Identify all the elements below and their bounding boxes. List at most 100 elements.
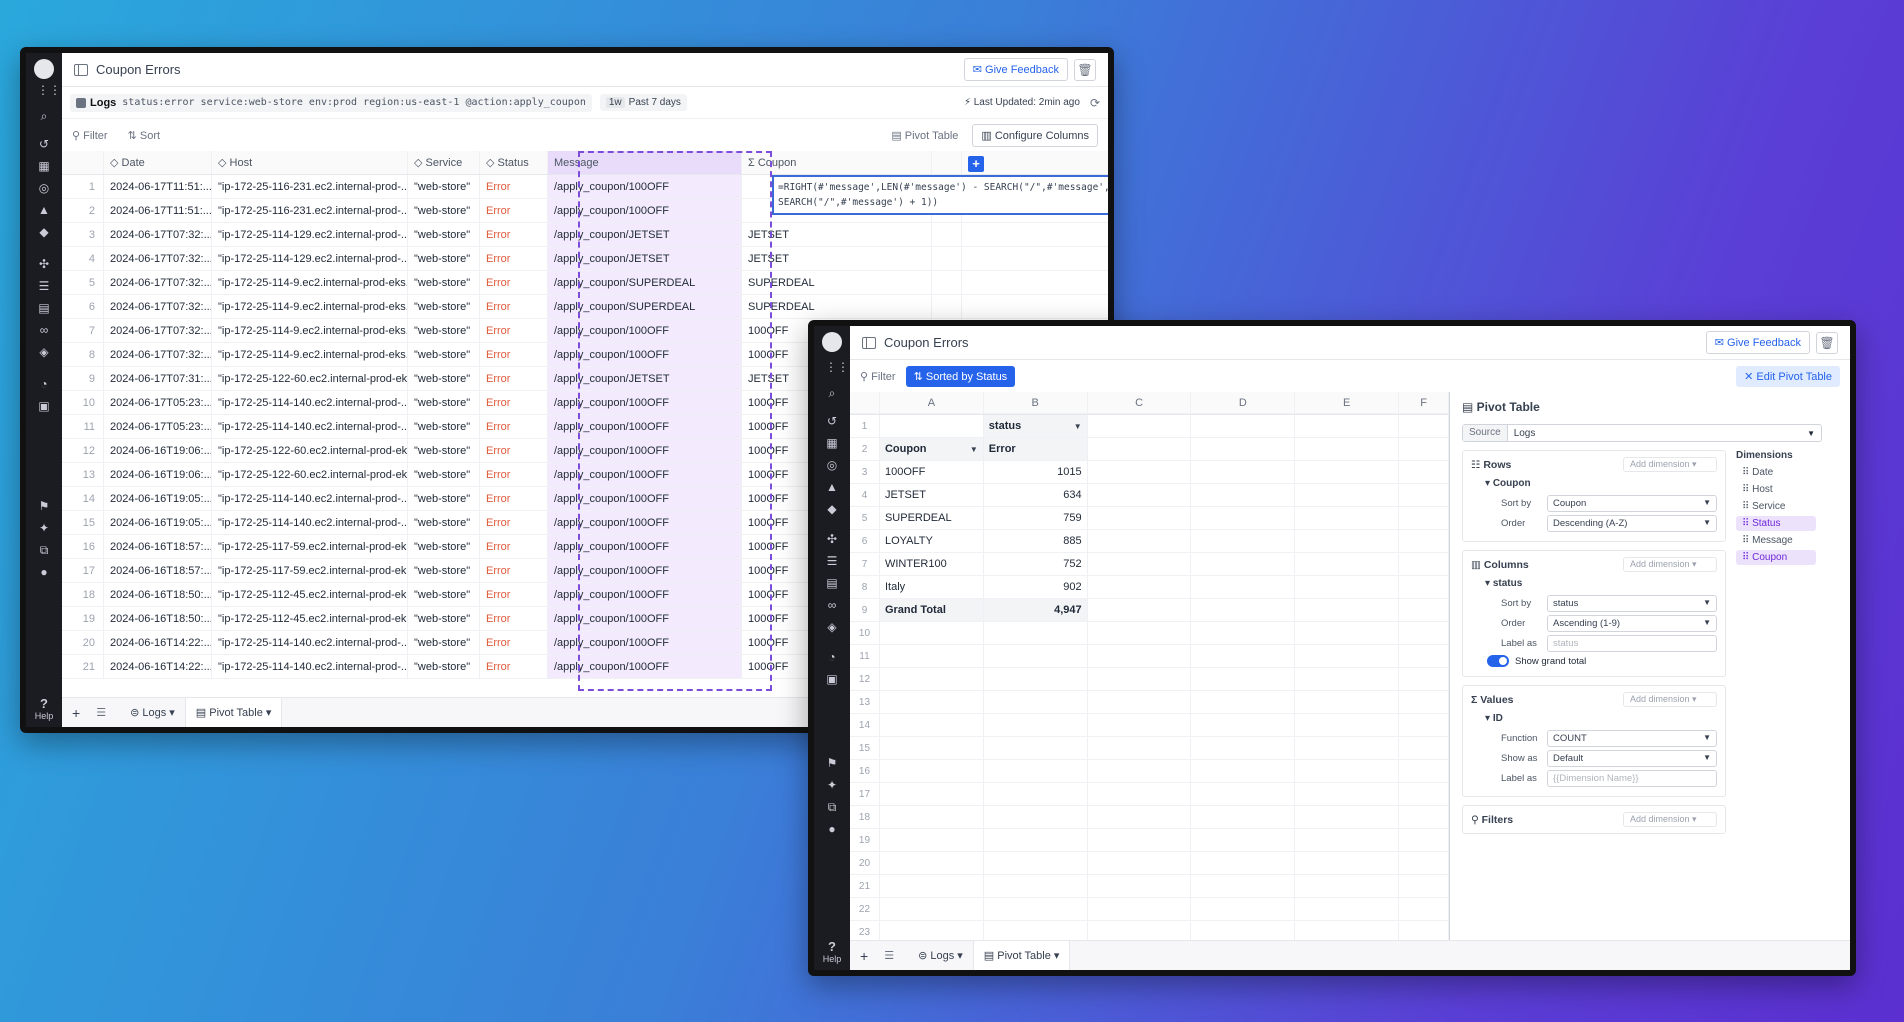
rows-sort-by-select[interactable]: Coupon ▼ (1547, 495, 1717, 512)
sorted-by-status-button[interactable]: ⇅ Sorted by Status (905, 365, 1016, 387)
cell[interactable] (1087, 898, 1192, 921)
history-icon[interactable]: ↺ (37, 137, 51, 151)
cell[interactable] (1191, 576, 1296, 599)
cell[interactable] (1191, 484, 1296, 507)
dog-logo-icon[interactable] (34, 59, 54, 79)
cell[interactable] (1087, 852, 1192, 875)
cell[interactable] (1191, 530, 1296, 553)
dog-logo-icon[interactable] (822, 332, 842, 352)
cell[interactable] (983, 760, 1088, 783)
cell[interactable] (1399, 576, 1449, 599)
cell[interactable] (983, 829, 1088, 852)
pivot-row-value[interactable]: 752 (983, 553, 1088, 576)
function-select[interactable]: COUNT ▼ (1547, 730, 1717, 747)
trash-icon[interactable]: 🗑 (1074, 58, 1096, 81)
cell[interactable] (1087, 461, 1192, 484)
chevron-down-icon[interactable]: ▼ (970, 438, 978, 460)
cell[interactable] (879, 622, 984, 645)
list-icon[interactable]: ☰ (884, 949, 894, 962)
integrations-icon[interactable]: ⚑ (37, 499, 51, 513)
cell[interactable] (1399, 829, 1449, 852)
cell[interactable] (1191, 852, 1296, 875)
link-icon[interactable]: ∞ (825, 598, 839, 612)
add-dimension-columns[interactable]: Add dimension ▾ (1623, 557, 1717, 572)
trash-icon[interactable]: 🗑 (1816, 331, 1838, 354)
cell[interactable] (1087, 507, 1192, 530)
cell[interactable] (1087, 783, 1192, 806)
cell[interactable] (1087, 438, 1192, 461)
cell[interactable] (1087, 829, 1192, 852)
cell[interactable] (1295, 898, 1400, 921)
cell[interactable] (1087, 806, 1192, 829)
dimension-date[interactable]: ⠿ Date (1736, 465, 1816, 480)
filter-button[interactable]: ⚲ Filter (860, 370, 896, 383)
dimension-coupon[interactable]: ⠿ Coupon (1736, 550, 1816, 565)
link-icon[interactable]: ∞ (37, 323, 51, 337)
dashboard-icon[interactable]: ▦ (825, 436, 839, 450)
cell[interactable] (983, 737, 1088, 760)
cell[interactable] (1087, 599, 1192, 622)
pivot-row-value[interactable]: 885 (983, 530, 1088, 553)
cell[interactable] (1399, 622, 1449, 645)
cell[interactable] (1399, 645, 1449, 668)
cell[interactable] (1191, 668, 1296, 691)
cell[interactable] (1191, 783, 1296, 806)
cell[interactable] (1191, 921, 1296, 940)
cell[interactable] (879, 783, 984, 806)
add-column-button[interactable]: + (968, 156, 984, 172)
pivot-header-status[interactable]: status ▼ (983, 415, 1088, 438)
cell[interactable] (983, 875, 1088, 898)
cell[interactable] (1295, 691, 1400, 714)
rows-order-select[interactable]: Descending (A-Z) ▼ (1547, 515, 1717, 532)
pivot-row-label[interactable]: LOYALTY (879, 530, 984, 553)
column-coupon[interactable]: Σ Coupon (742, 151, 932, 174)
cell[interactable] (983, 806, 1088, 829)
pivot-row-label[interactable]: 100OFF (879, 461, 984, 484)
column-c[interactable]: C (1087, 392, 1192, 414)
cell[interactable] (1295, 783, 1400, 806)
cell[interactable] (1087, 668, 1192, 691)
add-dimension-rows[interactable]: Add dimension ▾ (1623, 457, 1717, 472)
table-row[interactable]: 6 2024-06-17T07:32:... "ip-172-25-114-9.ec… (62, 295, 1108, 319)
search-icon[interactable]: ⌕ (825, 386, 839, 400)
tab-logs[interactable]: ⊜ Logs ▾ (908, 941, 973, 971)
binoculars-icon[interactable]: ▲ (825, 480, 839, 494)
cell[interactable] (1295, 484, 1400, 507)
cell[interactable] (1399, 875, 1449, 898)
column-service[interactable]: ◇ Service (408, 151, 480, 174)
cell[interactable] (984, 921, 1088, 940)
cell[interactable] (1399, 737, 1449, 760)
share-icon[interactable]: ✣ (825, 532, 839, 546)
cell[interactable] (879, 737, 984, 760)
grid-icon[interactable]: ⋮⋮ (37, 83, 61, 97)
integrations-icon[interactable]: ⚑ (825, 756, 839, 770)
cell[interactable] (983, 645, 1088, 668)
cell[interactable] (983, 898, 1088, 921)
table-row[interactable]: 3 2024-06-17T07:32:... "ip-172-25-114-129.… (62, 223, 1108, 247)
column-status[interactable]: ◇ Status (480, 151, 548, 174)
cell[interactable] (1087, 645, 1192, 668)
copy-icon[interactable]: ⧉ (825, 800, 839, 814)
cell[interactable] (1191, 438, 1296, 461)
share-icon[interactable]: ✣ (37, 257, 51, 271)
cell[interactable] (1295, 806, 1400, 829)
cell[interactable] (1295, 415, 1400, 438)
column-d[interactable]: D (1191, 392, 1296, 414)
table-row[interactable]: 4 2024-06-17T07:32:... "ip-172-25-114-129.… (62, 247, 1108, 271)
cell[interactable] (1087, 553, 1192, 576)
chevron-down-icon[interactable]: ▼ (1074, 415, 1082, 437)
cell[interactable] (1295, 875, 1400, 898)
configure-columns-button[interactable]: ▥ Configure Columns (972, 123, 1098, 147)
history-icon[interactable]: ↺ (825, 414, 839, 428)
search-icon[interactable]: ⌕ (37, 109, 51, 123)
cell[interactable] (1295, 737, 1400, 760)
cell[interactable] (1191, 553, 1296, 576)
formula-editor[interactable]: =RIGHT(#'message',LEN(#'message') - SEAR… (772, 175, 1108, 215)
column-message[interactable]: Message (548, 151, 742, 174)
cell[interactable] (1087, 415, 1192, 438)
cell[interactable] (1399, 783, 1449, 806)
cell[interactable] (1087, 760, 1192, 783)
cell[interactable] (1399, 415, 1449, 438)
cell[interactable] (1399, 668, 1449, 691)
help-button[interactable]: ? Help (820, 939, 844, 964)
